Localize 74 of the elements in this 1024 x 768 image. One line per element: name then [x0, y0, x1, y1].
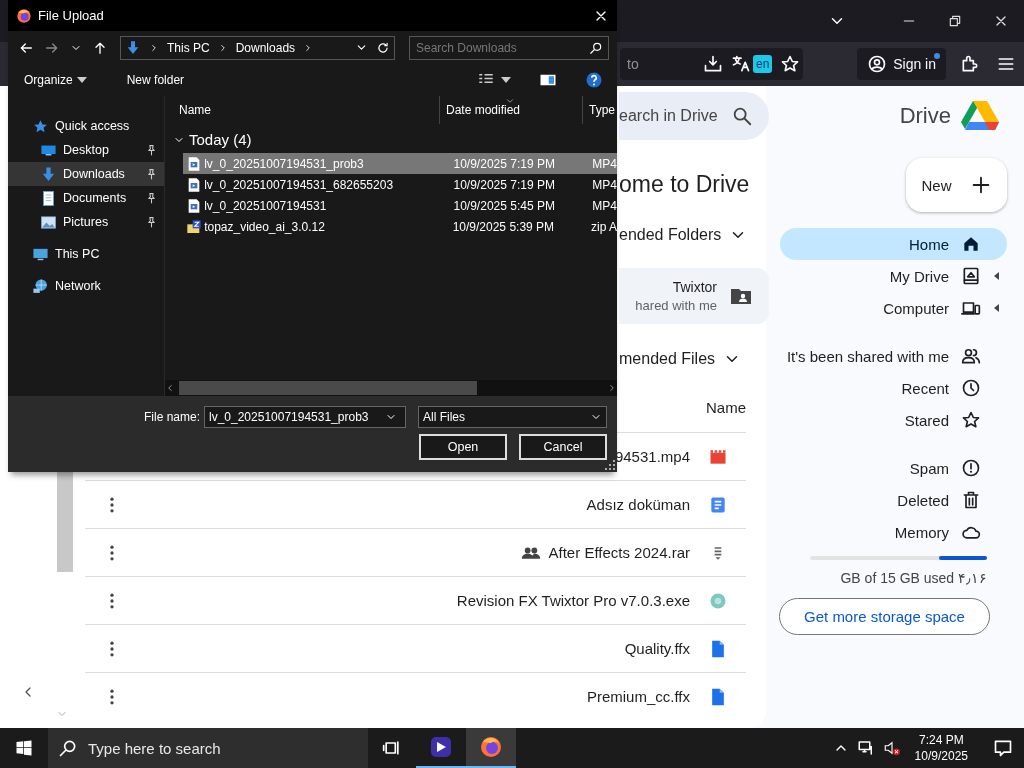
file-row[interactable]: lv_0_20251007194531_prob3 10/9/2025 7:19 PM MP4: [183, 153, 617, 174]
file-name-field[interactable]: lv_0_20251007194531_prob3: [204, 406, 406, 428]
table-cell: zip A: [590, 219, 617, 234]
new-folder-button[interactable]: New folder: [120, 69, 191, 91]
table-cell: MP4: [592, 156, 617, 171]
file-row[interactable]: topaz_video_ai_3.0.12 10/9/2025 5:39 PM zip A: [183, 216, 617, 237]
section-heading: mended Files: [619, 349, 716, 369]
nav-item[interactable]: This PC: [8, 242, 164, 266]
page-heading: ome to Drive: [619, 170, 750, 198]
breadcrumb[interactable]: This PC: [167, 40, 210, 55]
column-header[interactable]: Type: [583, 96, 617, 124]
file-row[interactable]: lv_0_20251007194531 10/9/2025 5:45 PM MP4: [183, 195, 617, 216]
table-cell-text: 10/9/2025 5:45 PM: [452, 198, 556, 213]
address-bar[interactable]: This PC Downloads: [120, 35, 395, 60]
nav-item[interactable]: Documents: [8, 186, 164, 210]
storage-button[interactable]: Get more storage space: [779, 598, 990, 635]
search-field[interactable]: earch in Drive: [619, 92, 769, 140]
search-field[interactable]: Search Downloads: [409, 35, 609, 60]
nav-item[interactable]: Recent: [780, 372, 1007, 404]
organize-button[interactable]: Organize: [18, 69, 93, 91]
nav-item[interactable]: It's been shared with me: [780, 340, 1007, 372]
nav-item[interactable]: Network: [8, 274, 164, 298]
language-badge[interactable]: en: [753, 55, 773, 73]
search-field[interactable]: Type here to search: [48, 728, 368, 768]
table-cell-text: 10/9/2025 7:19 PM: [452, 177, 556, 192]
clock[interactable]: 7:24 PM 10/9/2025: [914, 732, 968, 764]
field-label: File name:: [143, 410, 200, 424]
table-cell: MP4: [592, 198, 617, 213]
file-name[interactable]: Premium_cc.ffx: [586, 688, 690, 705]
section-heading: ended Folders: [619, 225, 722, 245]
nav-item[interactable]: Pictures: [8, 210, 164, 234]
nav-item[interactable]: Spam: [780, 452, 1007, 484]
table-cell-text: 10/9/2025 5:39 PM: [451, 219, 556, 234]
sign-in-button[interactable]: Sign in: [857, 48, 946, 80]
folder-name: Twixtor: [672, 279, 717, 295]
nav-item[interactable]: My Drive: [780, 260, 1007, 292]
table-cell-text: lv_0_20251007194531: [204, 198, 328, 213]
folder-subtitle: hared with me: [635, 298, 717, 313]
table-cell-text: lv_0_20251007194531_682655203: [204, 177, 395, 192]
table-cell-text: lv_0_20251007194531_prob3: [204, 156, 365, 171]
nav-item[interactable]: Deleted: [780, 484, 1007, 516]
nav-item[interactable]: Home: [780, 228, 1007, 260]
table-cell-text: 10/9/2025 7:19 PM: [452, 156, 556, 171]
file-name[interactable]: 94531.mp4: [614, 448, 690, 465]
file-name[interactable]: Adsız doküman: [586, 496, 690, 513]
file-row[interactable]: lv_0_20251007194531_682655203 10/9/2025 7:19 PM MP4: [183, 174, 617, 195]
group-header[interactable]: Today (4): [189, 131, 252, 148]
folder-card[interactable]: Twixtor hared with me: [619, 268, 769, 324]
column-header[interactable]: Name: [165, 96, 440, 124]
file-type-dropdown[interactable]: All Files: [418, 406, 607, 428]
breadcrumb[interactable]: Downloads: [235, 40, 296, 55]
nav-item[interactable]: Downloads: [8, 162, 164, 186]
nav-item[interactable]: Quick access: [8, 114, 164, 138]
cancel-button[interactable]: Cancel: [519, 434, 607, 460]
column-header[interactable]: Date modified: [440, 96, 583, 124]
table-cell: MP4: [592, 177, 617, 192]
new-button[interactable]: New: [906, 158, 1007, 212]
nav-item[interactable]: Stared: [780, 404, 1007, 436]
nav-item[interactable]: Memory: [780, 516, 1007, 548]
nav-item[interactable]: Computer: [780, 292, 1007, 324]
nav-item[interactable]: Desktop: [8, 138, 164, 162]
column-header[interactable]: Name: [706, 396, 746, 432]
address-bar[interactable]: to en: [620, 48, 803, 80]
file-name[interactable]: After Effects 2024.rar: [548, 544, 690, 561]
file-name[interactable]: Quality.ffx: [624, 640, 690, 657]
clock-date: 10/9/2025: [914, 748, 968, 764]
url-text: to: [627, 56, 640, 72]
open-button[interactable]: Open: [419, 434, 507, 460]
table-cell-text: topaz_video_ai_3.0.12: [204, 219, 326, 234]
file-name[interactable]: Revision FX Twixtor Pro v7.0.3.exe: [456, 592, 690, 609]
storage-text: GB of 15 GB used ۴٫۱۶: [839, 570, 988, 586]
clock-time: 7:24 PM: [918, 732, 964, 748]
brand-name: Drive: [899, 103, 951, 129]
dialog-title: File Upload: [38, 8, 105, 23]
